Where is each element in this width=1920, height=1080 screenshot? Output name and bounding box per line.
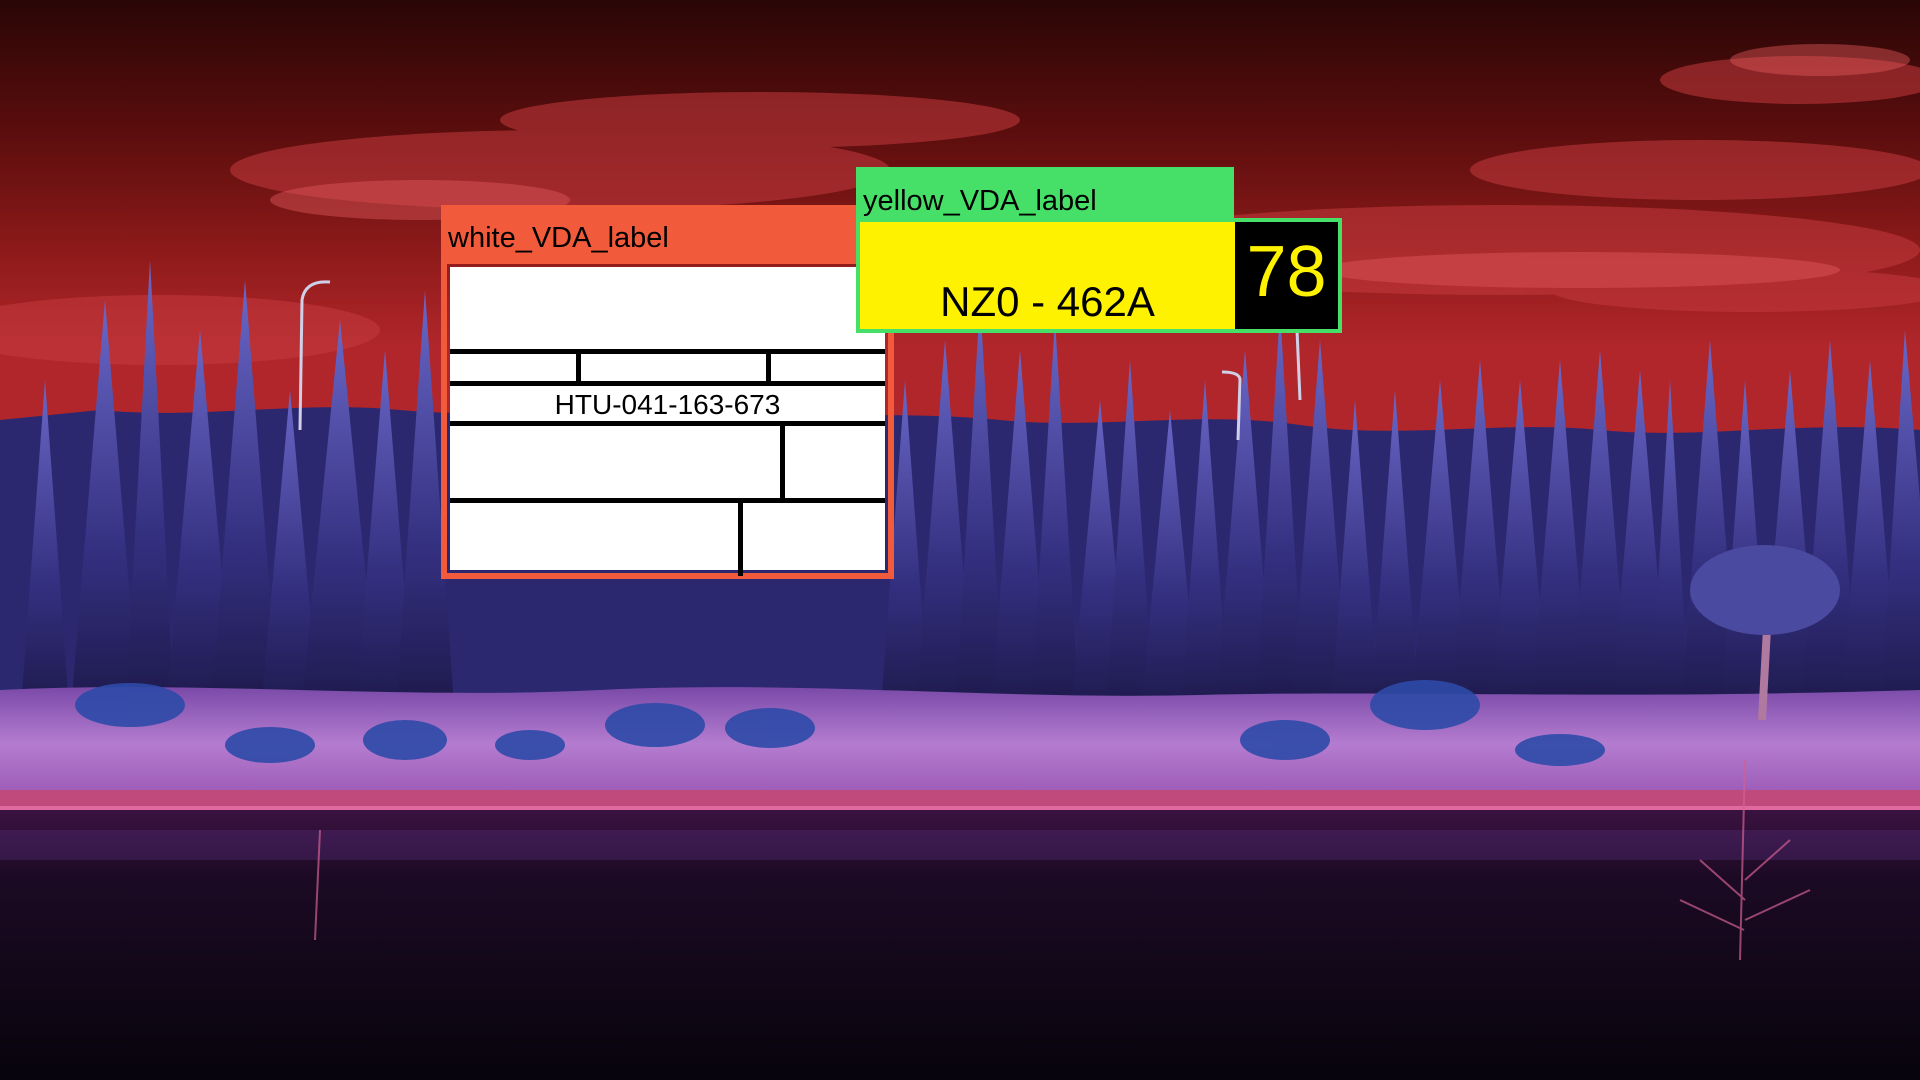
background-image (0, 0, 1920, 1080)
yellow-label-header: yellow_VDA_label (856, 167, 1234, 220)
plate-code-text: NZ0 - 462A (940, 278, 1155, 325)
label-divider (766, 349, 771, 381)
white-label-box[interactable]: HTU-041-163-673 (441, 258, 894, 579)
plate-number: 78 (1235, 222, 1338, 329)
white-vda-label: HTU-041-163-673 (450, 267, 885, 576)
label-divider (780, 421, 785, 498)
label-id-text: HTU-041-163-673 (554, 389, 781, 420)
label-divider (450, 498, 885, 503)
label-divider (738, 498, 743, 576)
label-divider (450, 349, 885, 354)
white-label-header: white_VDA_label (441, 205, 894, 260)
scene: white_VDA_label HTU-041-163-673 yellow_V… (0, 0, 1920, 1080)
label-divider (576, 349, 581, 381)
label-divider (450, 381, 885, 386)
yellow-label-box[interactable]: NZ0 - 462A 78 (856, 218, 1342, 333)
yellow-vda-label: NZ0 - 462A (860, 222, 1235, 329)
label-divider (450, 421, 885, 426)
